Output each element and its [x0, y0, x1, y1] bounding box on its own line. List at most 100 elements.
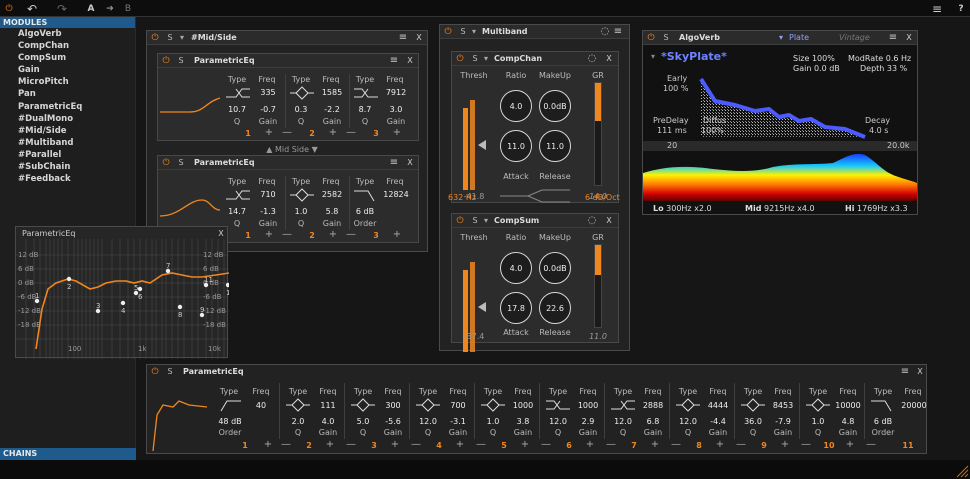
- add-band-button[interactable]: +: [328, 128, 338, 138]
- add-band-button[interactable]: +: [325, 440, 335, 450]
- close-button[interactable]: X: [915, 366, 925, 378]
- remove-band-button[interactable]: —: [606, 440, 616, 450]
- release-knob[interactable]: 22.6: [539, 292, 571, 324]
- q-value[interactable]: 10.7: [224, 105, 250, 114]
- decay-value[interactable]: 4.0 s: [869, 126, 888, 135]
- chains-header[interactable]: CHAINS: [0, 448, 136, 460]
- collapse-icon[interactable]: ▾: [484, 53, 488, 65]
- module-item[interactable]: ParametricEq: [0, 101, 135, 113]
- freq-value[interactable]: 700: [443, 401, 473, 410]
- q-value[interactable]: 1.0: [478, 417, 508, 426]
- diffus-value[interactable]: 100%: [701, 126, 724, 135]
- band-lo-value[interactable]: 300Hz x2.0: [666, 204, 711, 213]
- gain-value[interactable]: 3.0: [382, 105, 410, 114]
- q-value[interactable]: 12.0: [608, 417, 638, 426]
- freq-value[interactable]: 40: [247, 401, 275, 410]
- mode-vintage-button[interactable]: Vintage: [839, 32, 870, 44]
- gain-value[interactable]: 3.8: [508, 417, 538, 426]
- remove-band-button[interactable]: —: [346, 230, 356, 240]
- spectrum-heatmap[interactable]: [643, 151, 917, 201]
- power-icon[interactable]: ⏻: [160, 55, 172, 67]
- highcut-filter-icon[interactable]: [354, 188, 378, 202]
- attack-knob[interactable]: 11.0: [500, 130, 532, 162]
- settings-icon[interactable]: ◌: [586, 53, 598, 65]
- highshelf-filter-icon[interactable]: [611, 398, 635, 412]
- lowcut-filter-icon[interactable]: [217, 398, 241, 412]
- preset-name[interactable]: *SkyPlate*: [661, 51, 727, 63]
- gain-value[interactable]: 5.8: [318, 207, 346, 216]
- size-readout[interactable]: Size 100%: [793, 54, 835, 63]
- mode-plate-button[interactable]: Plate: [789, 32, 809, 44]
- remove-band-button[interactable]: —: [801, 440, 811, 450]
- gain-value[interactable]: -3.1: [443, 417, 473, 426]
- freq-value[interactable]: 710: [254, 190, 282, 199]
- add-band-button[interactable]: +: [520, 440, 530, 450]
- solo-button[interactable]: S: [165, 32, 175, 44]
- q-value[interactable]: 12.0: [673, 417, 703, 426]
- menu-icon[interactable]: ≡: [899, 366, 911, 378]
- menu-icon[interactable]: ≡: [930, 2, 944, 16]
- menu-icon[interactable]: ≡: [887, 32, 899, 44]
- gain-value[interactable]: 6.8: [638, 417, 668, 426]
- module-item[interactable]: CompSum: [0, 52, 135, 64]
- settings-icon[interactable]: ◌: [586, 215, 598, 227]
- q-value[interactable]: 12.0: [543, 417, 573, 426]
- freq-value[interactable]: 8453: [768, 401, 798, 410]
- order-value[interactable]: 48 dB: [215, 417, 245, 426]
- bell-filter-icon[interactable]: [351, 398, 375, 412]
- add-band-button[interactable]: +: [328, 230, 338, 240]
- freq-value[interactable]: 4444: [703, 401, 733, 410]
- module-item[interactable]: #Mid/Side: [0, 125, 135, 137]
- release-knob[interactable]: 11.0: [539, 130, 571, 162]
- q-value[interactable]: 2.0: [283, 417, 313, 426]
- gain-value[interactable]: 4.0: [313, 417, 343, 426]
- close-button[interactable]: X: [604, 53, 614, 65]
- bell-filter-icon[interactable]: [741, 398, 765, 412]
- attack-knob[interactable]: 17.8: [500, 292, 532, 324]
- help-button[interactable]: ?: [956, 2, 966, 15]
- ratio-knob[interactable]: 4.0: [500, 252, 532, 284]
- add-band-button[interactable]: +: [715, 440, 725, 450]
- solo-button[interactable]: S: [470, 215, 480, 227]
- add-band-button[interactable]: +: [392, 128, 402, 138]
- close-button[interactable]: X: [414, 32, 424, 44]
- power-icon[interactable]: ⏻: [454, 53, 466, 65]
- solo-button[interactable]: S: [470, 53, 480, 65]
- gain-value[interactable]: -1.3: [254, 207, 282, 216]
- q-value[interactable]: 12.0: [413, 417, 443, 426]
- bell-filter-icon[interactable]: [290, 86, 314, 100]
- collapse-icon[interactable]: ▾: [180, 32, 184, 44]
- remove-band-button[interactable]: —: [281, 440, 291, 450]
- predelay-value[interactable]: 111 ms: [657, 126, 687, 135]
- close-button[interactable]: X: [405, 55, 415, 67]
- add-band-button[interactable]: +: [585, 440, 595, 450]
- q-value[interactable]: 1.0: [288, 207, 314, 216]
- close-button[interactable]: X: [904, 32, 914, 44]
- remove-band-button[interactable]: —: [476, 440, 486, 450]
- module-item[interactable]: #DualMono: [0, 113, 135, 125]
- thresh-value[interactable]: -37.4: [456, 332, 492, 341]
- highcut-filter-icon[interactable]: [871, 398, 895, 412]
- settings-icon[interactable]: ◌: [599, 26, 611, 38]
- makeup-knob[interactable]: 0.0dB: [539, 252, 571, 284]
- threshold-handle[interactable]: [478, 140, 486, 150]
- eq-response-graph[interactable]: 12 dB6 dB0 dB-6 dB-12 dB-18 dB12 dB6 dB0…: [16, 239, 229, 359]
- order-value[interactable]: 6 dB: [868, 417, 898, 426]
- solo-button[interactable]: S: [176, 157, 186, 169]
- bell-filter-icon[interactable]: [676, 398, 700, 412]
- freq-value[interactable]: 12824: [382, 190, 410, 199]
- freq-value[interactable]: 20000: [898, 401, 930, 410]
- add-band-button[interactable]: +: [390, 440, 400, 450]
- preset-b-button[interactable]: B: [123, 2, 133, 15]
- copy-a-to-b-icon[interactable]: ➔: [104, 2, 116, 15]
- menu-icon[interactable]: ≡: [388, 55, 400, 67]
- bell-filter-icon[interactable]: [290, 188, 314, 202]
- gain-value[interactable]: -5.6: [378, 417, 408, 426]
- module-item[interactable]: #Multiband: [0, 137, 135, 149]
- highshelf-filter-icon[interactable]: [226, 86, 250, 100]
- remove-band-button[interactable]: —: [282, 230, 292, 240]
- close-button[interactable]: X: [405, 157, 415, 169]
- power-icon[interactable]: ⏻: [160, 157, 172, 169]
- module-item[interactable]: AlgoVerb: [0, 28, 135, 40]
- bell-filter-icon[interactable]: [416, 398, 440, 412]
